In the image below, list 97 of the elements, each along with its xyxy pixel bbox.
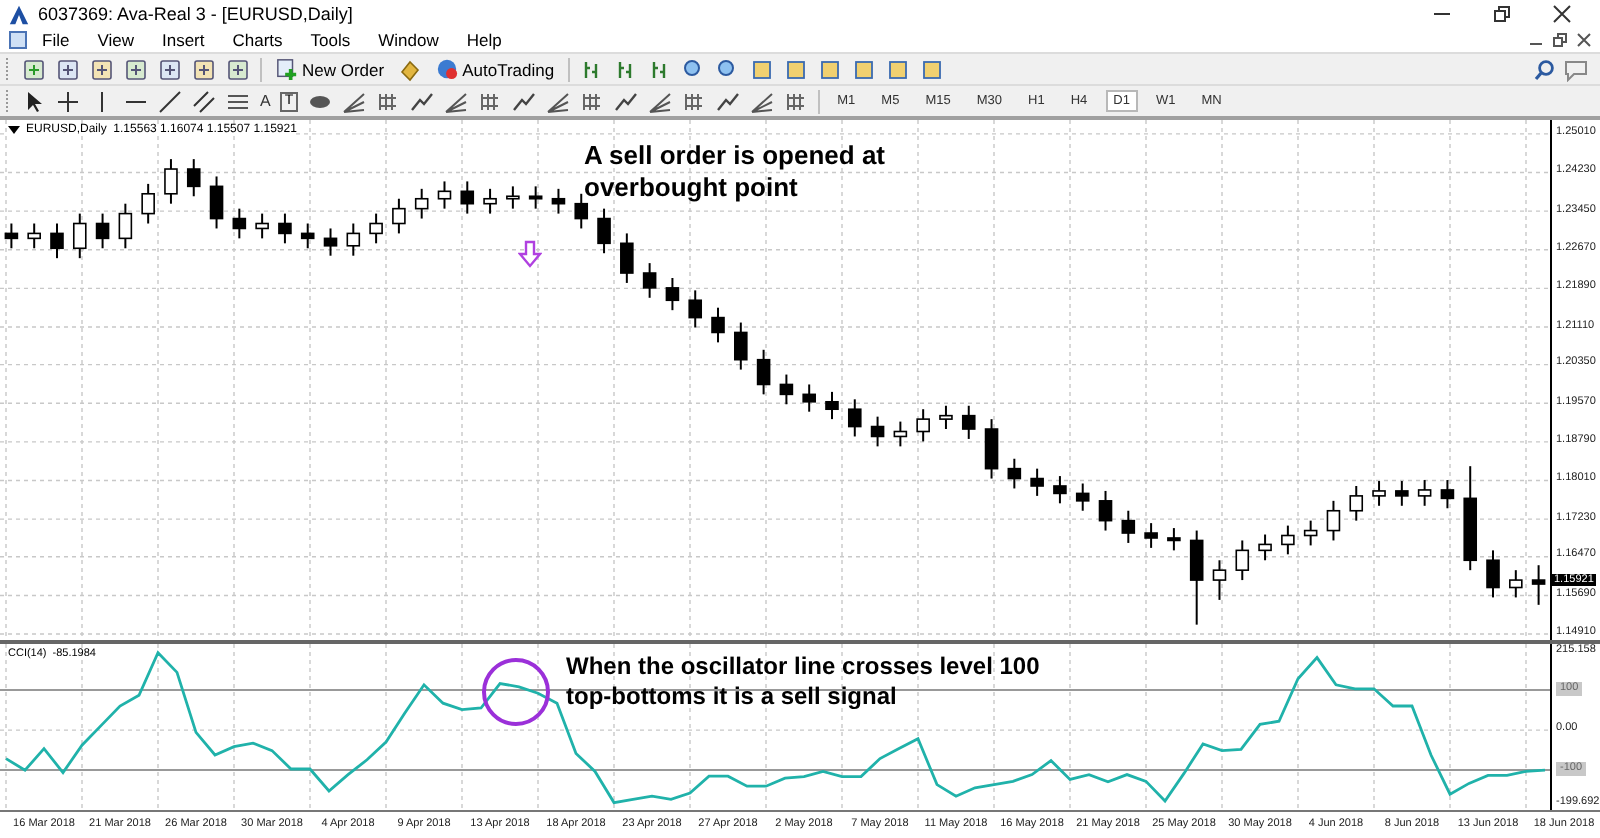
text-tool[interactable]: A (260, 92, 271, 110)
candlestick (642, 262, 657, 299)
candlestick (893, 420, 908, 448)
candlestick (50, 222, 64, 260)
close-icon[interactable] (1576, 32, 1592, 48)
candlestick (1509, 569, 1523, 599)
candlestick (1258, 533, 1272, 562)
candlestick (278, 212, 292, 245)
candlestick (1007, 457, 1022, 490)
candlestick (1395, 480, 1409, 507)
candlestick (369, 212, 383, 245)
candlestick (323, 227, 338, 257)
candlestick (1372, 480, 1386, 507)
candlestick (711, 306, 725, 344)
candlestick (27, 222, 41, 250)
candlestick (1531, 564, 1546, 606)
restore-icon[interactable] (1492, 4, 1512, 24)
candlestick (392, 197, 406, 235)
candlestick (1486, 549, 1500, 599)
candlestick (528, 185, 543, 210)
candlestick (551, 187, 566, 215)
down-arrow-icon (518, 240, 542, 268)
candlestick (665, 276, 680, 312)
candlestick (1053, 475, 1067, 505)
cursor-icon[interactable] (22, 89, 46, 113)
candlestick (870, 415, 885, 448)
candlestick (186, 158, 201, 198)
candlestick (1326, 499, 1341, 542)
candlestick (916, 408, 930, 443)
candlestick (1144, 522, 1158, 549)
candlestick (1075, 482, 1090, 512)
menu-item[interactable]: Window (364, 30, 453, 50)
candlestick (961, 404, 976, 440)
menu-item[interactable]: Tools (296, 30, 365, 50)
candlestick (1235, 539, 1250, 582)
candlestick (1281, 524, 1295, 556)
candlestick (1440, 479, 1455, 510)
candlestick (414, 187, 429, 220)
candlestick (756, 348, 771, 396)
candlestick (506, 185, 520, 210)
candlestick (72, 212, 87, 260)
search-icon[interactable] (1532, 57, 1556, 81)
candlestick (300, 222, 315, 250)
candlestick (620, 232, 634, 284)
candlestick (209, 175, 224, 230)
candlestick (346, 222, 361, 257)
candlestick (460, 180, 475, 215)
diamond-icon[interactable] (398, 57, 423, 81)
highlight-circle (482, 658, 550, 726)
chart-window-icon (8, 30, 28, 50)
chat-icon[interactable] (1564, 57, 1592, 81)
autotrading-button[interactable]: AutoTrading (432, 58, 559, 80)
candlestick (1098, 489, 1113, 532)
menu-item[interactable]: Insert (147, 30, 219, 50)
candlestick (1189, 529, 1204, 626)
channel-icon[interactable] (192, 89, 216, 113)
trendline-icon[interactable] (158, 89, 182, 113)
new-chart-icon[interactable] (22, 57, 46, 81)
menu-item[interactable]: View (83, 30, 148, 50)
candlestick (1417, 479, 1432, 507)
candlestick (734, 321, 748, 371)
candlestick (118, 202, 133, 250)
candlestick (1303, 519, 1318, 547)
close-icon[interactable] (1552, 4, 1572, 24)
candlestick (1212, 559, 1227, 601)
menu-item[interactable]: Charts (218, 30, 297, 50)
candlestick (255, 212, 269, 240)
grid-lines-icon[interactable] (681, 89, 706, 113)
annotation-text: When the oscillator line crosses level 100 top-bottoms it is a sell signal (566, 652, 1042, 712)
menu-item[interactable]: Help (452, 30, 516, 50)
candlestick (483, 187, 497, 215)
restore-icon[interactable] (1552, 32, 1568, 48)
candlestick (164, 158, 178, 205)
annotation-text: A sell order is opened at overbought point (584, 140, 888, 204)
candlestick (688, 289, 703, 329)
candlestick (984, 418, 999, 480)
candlestick (4, 222, 19, 250)
candlestick (847, 398, 862, 438)
order-plus-icon (276, 58, 298, 80)
candlestick (95, 212, 110, 250)
dropdown-icon[interactable] (8, 126, 20, 134)
candlestick (779, 373, 794, 406)
candlestick (1349, 484, 1364, 522)
candlestick (597, 207, 611, 255)
candlestick (141, 182, 155, 225)
candlestick (802, 383, 816, 413)
candlestick (939, 404, 953, 431)
new-order-button[interactable]: New Order (272, 58, 389, 80)
candlestick (1167, 527, 1181, 552)
candlestick (825, 390, 839, 421)
menu-item[interactable]: File (28, 30, 84, 50)
candlestick (437, 180, 452, 210)
candlestick (1121, 509, 1136, 544)
candlestick (232, 207, 247, 240)
window-title: 6037369: Ava-Real 3 - [EURUSD,Daily] (38, 4, 353, 24)
candlestick (574, 192, 589, 230)
candlestick (1030, 467, 1044, 497)
